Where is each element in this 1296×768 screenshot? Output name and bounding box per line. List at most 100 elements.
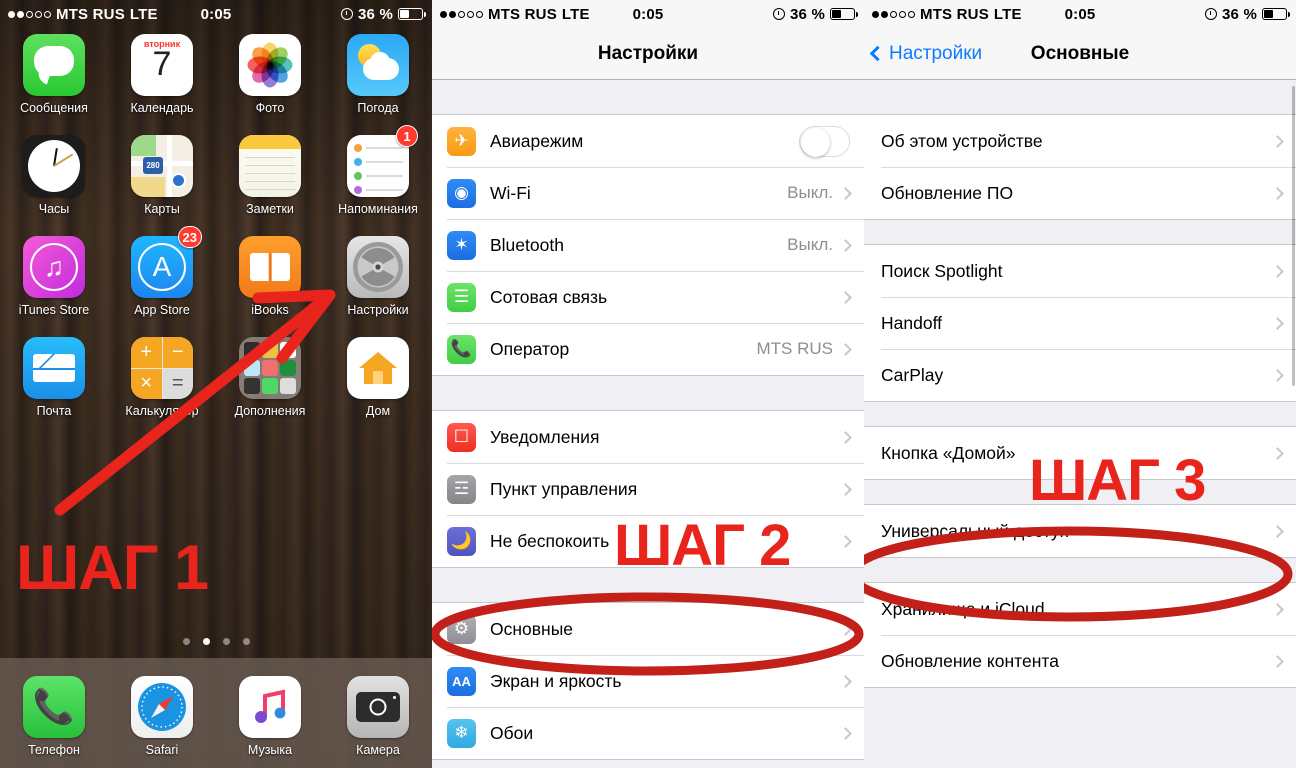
maps-route-shield: 280	[143, 157, 163, 174]
general-row-home-button[interactable]: Кнопка «Домой»	[864, 427, 1296, 479]
row-label: CarPlay	[881, 364, 944, 385]
general-row-about[interactable]: Об этом устройстве	[864, 115, 1296, 167]
home-app-icon	[347, 337, 409, 399]
calendar-day: 7	[152, 45, 172, 83]
app-label: Камера	[356, 743, 400, 757]
general-group-storage: Хранилище и iCloud Обновление контента	[864, 582, 1296, 688]
settings-row-bluetooth[interactable]: ✶ Bluetooth Выкл.	[432, 219, 864, 271]
app-messages[interactable]: Сообщения	[0, 30, 108, 131]
dock-safari[interactable]: Safari	[108, 672, 216, 768]
chevron-right-icon	[839, 726, 852, 740]
ibooks-icon	[239, 236, 301, 298]
app-label: App Store	[134, 303, 190, 317]
wifi-icon: ◉	[447, 178, 476, 208]
app-mail[interactable]: Почта	[0, 333, 108, 434]
app-label: Дополнения	[234, 404, 306, 418]
folder-extras[interactable]: Дополнения	[216, 333, 324, 434]
calculator-icon: + − × =	[131, 337, 193, 399]
page-dots[interactable]	[0, 638, 432, 645]
app-label: Календарь	[130, 101, 194, 115]
app-calculator[interactable]: + − × = Калькулятор	[108, 333, 216, 434]
airplane-mode-toggle[interactable]	[799, 125, 850, 157]
battery-icon	[1262, 8, 1290, 20]
settings-row-carrier[interactable]: 📞 Оператор MTS RUS	[432, 323, 864, 375]
app-itunes-store[interactable]: ♫ iTunes Store	[0, 232, 108, 333]
general-row-background-refresh[interactable]: Обновление контента	[864, 635, 1296, 687]
app-label: Калькулятор	[125, 404, 199, 418]
general-settings-row[interactable]: ⚙ Основные	[432, 603, 864, 655]
calendar-icon: вторник 7	[131, 34, 193, 96]
general-group-accessibility: Универсальный доступ	[864, 504, 1296, 558]
chevron-right-icon	[839, 342, 852, 356]
app-app-store[interactable]: 23 A App Store	[108, 226, 216, 333]
row-label: Универсальный доступ	[881, 520, 1070, 541]
clock-icon	[23, 135, 85, 197]
camera-icon	[347, 676, 409, 738]
general-row-storage-icloud[interactable]: Хранилище и iCloud	[864, 583, 1296, 635]
general-row-software-update[interactable]: Обновление ПО	[864, 167, 1296, 219]
accessibility-row[interactable]: Универсальный доступ	[864, 505, 1296, 557]
settings-list[interactable]: ✈ Авиарежим ◉ Wi-Fi Выкл. ✶ Bluetooth Вы…	[432, 80, 864, 768]
settings-row-notifications[interactable]: ☐ Уведомления	[432, 411, 864, 463]
row-label: Обновление ПО	[881, 182, 1014, 203]
row-label: Обои	[490, 722, 534, 743]
app-row: ♫ iTunes Store 23 A App Store iBooks Нас…	[0, 226, 432, 333]
row-label: Хранилище и iCloud	[881, 598, 1045, 619]
notes-icon	[239, 135, 301, 197]
app-label: Сообщения	[20, 101, 88, 115]
settings-row-display-brightness[interactable]: AA Экран и яркость	[432, 655, 864, 707]
app-settings[interactable]: Настройки	[324, 232, 432, 333]
settings-app-icon	[347, 236, 409, 298]
status-bar-home: MTS RUS LTE 0:05 36 %	[0, 0, 432, 28]
row-label: Уведомления	[490, 426, 600, 447]
dock-phone[interactable]: 📞 Телефон	[0, 672, 108, 768]
app-label: Напоминания	[338, 202, 418, 216]
row-value: Выкл.	[787, 183, 833, 202]
row-label: Оператор	[490, 338, 570, 359]
app-home[interactable]: Дом	[324, 333, 432, 434]
carrier-name: MTS RUS	[920, 5, 989, 23]
safari-icon	[131, 676, 193, 738]
app-calendar[interactable]: вторник 7 Календарь	[108, 30, 216, 131]
app-maps[interactable]: 280 Карты	[108, 131, 216, 232]
app-reminders[interactable]: 1 Напоминания	[324, 125, 432, 232]
settings-group-general: ⚙ Основные AA Экран и яркость ❄ Обои	[432, 602, 864, 760]
row-label: Wi-Fi	[490, 182, 531, 203]
general-row-handoff[interactable]: Handoff	[864, 297, 1296, 349]
settings-row-wallpaper[interactable]: ❄ Обои	[432, 707, 864, 759]
status-bar-general: MTS RUS LTE 0:05 36 %	[864, 0, 1296, 28]
app-photos[interactable]: Фото	[216, 30, 324, 131]
settings-row-wifi[interactable]: ◉ Wi-Fi Выкл.	[432, 167, 864, 219]
dock-camera[interactable]: Камера	[324, 672, 432, 768]
general-list[interactable]: Об этом устройстве Обновление ПО Поиск S…	[864, 80, 1296, 768]
settings-group-connectivity: ✈ Авиарежим ◉ Wi-Fi Выкл. ✶ Bluetooth Вы…	[432, 114, 864, 376]
settings-row-cellular[interactable]: ☰ Сотовая связь	[432, 271, 864, 323]
general-group-device: Об этом устройстве Обновление ПО	[864, 114, 1296, 220]
app-label: Настройки	[347, 303, 409, 317]
settings-navbar: Настройки	[432, 28, 864, 80]
settings-row-do-not-disturb[interactable]: 🌙 Не беспокоить	[432, 515, 864, 567]
settings-row-airplane-mode[interactable]: ✈ Авиарежим	[432, 115, 864, 167]
badge-count: 23	[177, 226, 202, 248]
row-label: Основные	[490, 618, 574, 639]
general-row-spotlight-search[interactable]: Поиск Spotlight	[864, 245, 1296, 297]
app-ibooks[interactable]: iBooks	[216, 232, 324, 333]
back-button[interactable]: Настройки	[869, 28, 982, 79]
app-clock[interactable]: Часы	[0, 131, 108, 232]
battery-icon	[830, 8, 858, 20]
app-notes[interactable]: Заметки	[216, 131, 324, 232]
row-label: Сотовая связь	[490, 286, 608, 307]
home-screen-panel: MTS RUS LTE 0:05 36 % Сообщения вторник …	[0, 0, 432, 768]
app-weather[interactable]: Погода	[324, 30, 432, 131]
dock-music[interactable]: Музыка	[216, 672, 324, 768]
app-label: Почта	[36, 404, 72, 418]
vertical-scrollbar[interactable]	[1292, 86, 1295, 386]
phone-handset-icon: 📞	[447, 334, 476, 364]
chevron-right-icon	[1271, 186, 1284, 200]
chevron-right-icon	[839, 186, 852, 200]
general-group-handoff: Поиск Spotlight Handoff CarPlay	[864, 244, 1296, 402]
settings-row-control-center[interactable]: ☲ Пункт управления	[432, 463, 864, 515]
general-row-carplay[interactable]: CarPlay	[864, 349, 1296, 401]
app-label: Карты	[144, 202, 180, 216]
chevron-right-icon	[1271, 264, 1284, 278]
